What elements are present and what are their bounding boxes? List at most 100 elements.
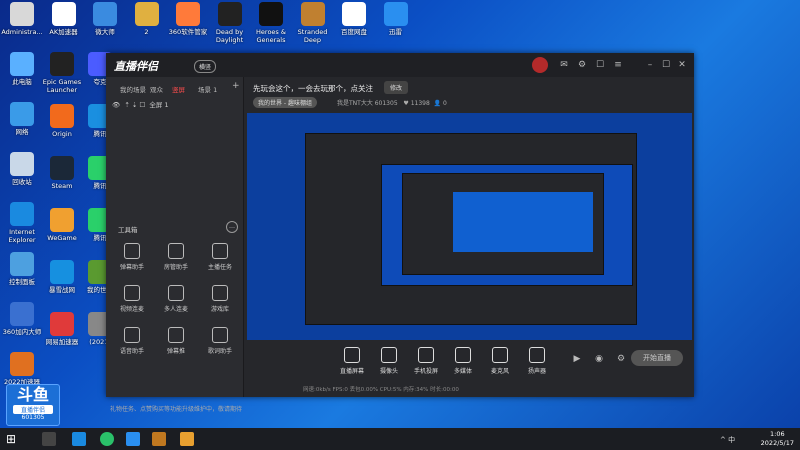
tool-danmu-helper[interactable]: 弹幕助手 — [112, 243, 152, 271]
desktop-icon[interactable]: Dead by Daylight — [208, 2, 252, 44]
tool-label: 房管助手 — [163, 264, 188, 271]
desktop-icon-label: 360加内大师 — [2, 328, 42, 336]
more-icon[interactable]: … — [226, 221, 238, 233]
clock-date: 2022/5/17 — [760, 439, 794, 447]
start-icon[interactable]: ⊞ — [6, 432, 20, 446]
control-speaker[interactable]: 扬声器 — [516, 347, 558, 375]
app-icon — [342, 2, 366, 26]
menu-icon[interactable]: ≡ — [612, 59, 624, 71]
tab-my-scene[interactable]: 我的场景 — [120, 84, 146, 94]
eye-icon[interactable]: 👁 — [112, 101, 120, 109]
settings-icon[interactable]: ⚙ — [576, 59, 588, 71]
stream-settings-icon[interactable]: ⚙ — [615, 353, 627, 365]
streamer-task-icon — [212, 243, 228, 259]
system-tray[interactable]: ^ 中 — [720, 435, 735, 445]
app-titlebar: 直播伴侣 横竖 ✉ ⚙ ☐ ≡ – ☐ ✕ — [106, 53, 694, 77]
desktop-icon[interactable]: Internet Explorer — [0, 202, 44, 244]
xunlei-taskbar-icon[interactable] — [126, 432, 140, 446]
notice-text: 礼物任务、点赞购买等功能升级维护中，敬请期待 — [110, 406, 243, 413]
app-icon — [176, 2, 200, 26]
screen-capture-icon — [344, 347, 360, 363]
desktop-icon[interactable]: 迅雷 — [374, 2, 418, 36]
control-multimedia[interactable]: 多媒体 — [442, 347, 484, 375]
start-live-button[interactable]: 开始直播 — [631, 350, 683, 366]
app-icon — [259, 2, 283, 26]
stream-title: 先玩会这个，一会去玩那个，点关注 — [253, 84, 373, 93]
tool-multi-link[interactable]: 多人连麦 — [156, 285, 196, 313]
close-icon[interactable]: ✕ — [676, 59, 688, 71]
video-link-icon — [124, 285, 140, 301]
followers-icon: ♥ — [403, 100, 409, 107]
tab-vertical[interactable]: 竖屏 — [172, 84, 185, 94]
desktop-icon[interactable]: 回收站 — [0, 152, 44, 186]
control-label: 摄像头 — [379, 368, 398, 375]
app-icon — [10, 152, 34, 176]
app-taskbar-icon[interactable] — [180, 432, 194, 446]
room-info-text: 我是TNT大大 601305 — [337, 100, 398, 107]
desktop-icon[interactable]: Heroes & Generals — [249, 2, 293, 44]
douyu-desktop-badge[interactable]: 斗鱼 直播伴侣 601305 — [6, 384, 60, 426]
speaker-icon — [529, 347, 545, 363]
tool-admin-helper[interactable]: 房管助手 — [156, 243, 196, 271]
admin-helper-icon — [168, 243, 184, 259]
tool-label: 弹幕助手 — [119, 264, 144, 271]
desktop-icon[interactable]: 2 — [125, 2, 169, 36]
tab-audience[interactable]: 观众 — [150, 84, 163, 94]
desktop-icon-label: 此电脑 — [12, 78, 32, 86]
minimize-icon[interactable]: – — [644, 59, 656, 71]
add-scene-icon[interactable]: + — [232, 81, 240, 91]
tool-label: 歌词助手 — [207, 348, 232, 355]
taskbar: ⊞ ^ 中 1:06 2022/5/17 — [0, 428, 800, 450]
stream-preview[interactable] — [247, 113, 692, 340]
desktop-icon[interactable]: Stranded Deep — [291, 2, 335, 44]
clock[interactable]: 1:06 2022/5/17 — [761, 430, 794, 448]
desktop-icon[interactable]: 网络 — [0, 102, 44, 136]
desktop-icon-label: Internet Explorer — [8, 228, 36, 244]
video-icon[interactable]: ▶ — [571, 353, 583, 365]
preview-eye-icon[interactable]: ◉ — [593, 353, 605, 365]
control-microphone[interactable]: 麦克风 — [479, 347, 521, 375]
desktop-icon[interactable]: 控制面板 — [0, 252, 44, 286]
control-label: 扬声器 — [527, 368, 546, 375]
desktop-icon[interactable]: 百度网盘 — [332, 2, 376, 36]
tool-game-lib[interactable]: 游戏库 — [200, 285, 240, 313]
desktop-icon[interactable]: Administra... — [0, 2, 44, 36]
scene-item[interactable]: 👁 ⇡ ⇣ ☐ 全屏 1 — [112, 99, 169, 109]
tool-streamer-task[interactable]: 主播任务 — [200, 243, 240, 271]
360-taskbar-icon[interactable] — [100, 432, 114, 446]
status-bar: 网速:0kb/s FPS:0 丢包0.00% CPU:5% 内存:34% 时长:… — [303, 387, 459, 393]
desktop-icon[interactable]: 微大师 — [83, 2, 127, 36]
tab-scene-1[interactable]: 场景 1 — [198, 84, 217, 94]
maximize-icon[interactable]: ☐ — [660, 59, 672, 71]
desktop-icon[interactable]: AK加速器 — [42, 2, 86, 36]
tool-voice-helper[interactable]: 语音助手 — [112, 327, 152, 355]
ie-taskbar-icon[interactable] — [72, 432, 86, 446]
edit-title-button[interactable]: 修改 — [384, 81, 409, 94]
message-icon[interactable]: ✉ — [558, 59, 570, 71]
minecraft-taskbar-icon[interactable] — [152, 432, 166, 446]
desktop-icon-label: 百度网盘 — [341, 28, 367, 36]
app-logo: 直播伴侣 — [114, 60, 158, 73]
desktop-icon[interactable]: 360加内大师 — [0, 302, 44, 336]
task-view-icon[interactable] — [42, 432, 56, 446]
mode-badge[interactable]: 横竖 — [194, 60, 217, 73]
desktop-icon[interactable]: 2022加速器 — [0, 352, 44, 386]
tool-label: 主播任务 — [207, 264, 232, 271]
app-icon — [50, 104, 74, 128]
tool-video-link[interactable]: 视频连麦 — [112, 285, 152, 313]
desktop-icon[interactable]: 360软件管家 — [166, 2, 210, 36]
live-streaming-app-window: 直播伴侣 横竖 ✉ ⚙ ☐ ≡ – ☐ ✕ 我的场景 观众 竖屏 场景 1 + … — [106, 53, 694, 413]
game-lib-icon — [212, 285, 228, 301]
app-icon — [50, 156, 74, 180]
feedback-icon[interactable]: ☐ — [594, 59, 606, 71]
user-avatar[interactable] — [532, 57, 548, 73]
tool-lyrics-helper[interactable]: 歌词助手 — [200, 327, 240, 355]
control-screen-capture[interactable]: 直播屏幕 — [331, 347, 373, 375]
app-icon — [10, 52, 34, 76]
category-badge[interactable]: 我的世界 - 趣味棚组 — [253, 97, 317, 108]
tool-danmu-push[interactable]: 弹幕推 — [156, 327, 196, 355]
control-phone-cast[interactable]: 手机投屏 — [405, 347, 447, 375]
control-label: 手机投屏 — [413, 368, 438, 375]
control-camera[interactable]: 摄像头 — [368, 347, 410, 375]
desktop-icon[interactable]: 此电脑 — [0, 52, 44, 86]
